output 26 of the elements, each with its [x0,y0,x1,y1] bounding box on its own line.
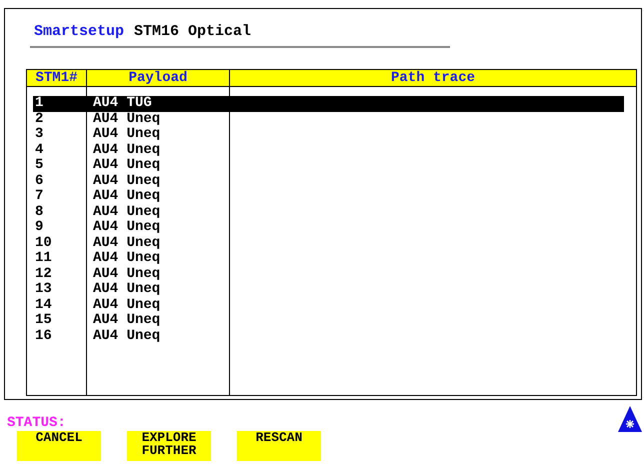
softkey-button[interactable]: EXPLORE FURTHER [127,431,211,461]
softkey-button[interactable]: CANCEL [17,431,101,461]
triangle-logo-icon [618,406,642,432]
table-row[interactable]: 8 AU4 Uneq [33,204,624,220]
mode-label: Smartsetup [34,23,124,40]
table-row[interactable]: 12 AU4 Uneq [33,266,624,282]
table-row[interactable]: 2 AU4 Uneq [33,112,624,127]
table-row[interactable]: 6 AU4 Uneq [33,174,624,189]
column-header: Payload [87,70,230,86]
table-row[interactable]: 16 AU4 Uneq [33,328,624,344]
softkey-button[interactable]: RESCAN [237,431,321,461]
screen-title: STM16 Optical [134,23,252,40]
status-label: STATUS: [7,415,67,431]
table-row[interactable]: 3 AU4 Uneq [33,127,624,142]
table-row[interactable]: 13 AU4 Uneq [33,282,624,298]
table-row[interactable]: 4 AU4 Uneq [33,142,624,158]
column-header: Path trace [390,70,476,86]
table-row[interactable]: 10 AU4 Uneq [33,236,624,251]
table-row[interactable]: 11 AU4 Uneq [33,251,624,266]
column-header: STM1# [27,70,87,86]
table-row[interactable]: 15 AU4 Uneq [33,313,624,328]
table-row[interactable]: 9 AU4 Uneq [33,220,624,236]
table-row[interactable]: 7 AU4 Uneq [33,189,624,204]
table-row[interactable]: 5 AU4 Uneq [33,158,624,174]
table-row[interactable]: 14 AU4 Uneq [33,298,624,313]
table-row[interactable]: 1 AU4 TUG [33,96,624,112]
